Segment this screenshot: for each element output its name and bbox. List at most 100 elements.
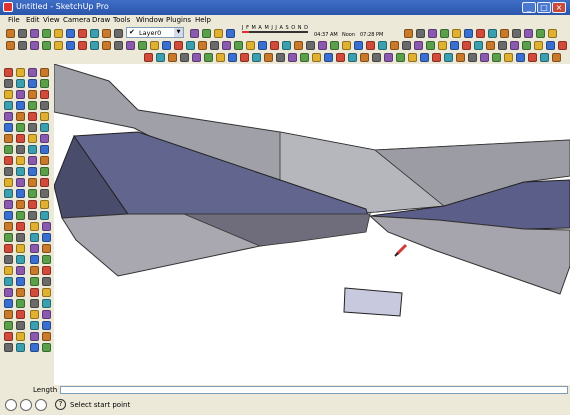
layer-select[interactable]: ✔ Layer0 ▼ — [126, 27, 184, 38]
tool-icon[interactable] — [16, 299, 25, 308]
tool-icon[interactable] — [28, 68, 37, 77]
toolbar-tool-icon[interactable] — [300, 53, 309, 62]
toolbar-tool-icon[interactable] — [528, 53, 537, 62]
toolbar-tool-icon[interactable] — [282, 41, 291, 50]
tool-icon[interactable] — [42, 310, 51, 319]
tool-icon[interactable] — [40, 90, 49, 99]
tool-icon[interactable] — [28, 156, 37, 165]
credits-icon[interactable] — [20, 399, 32, 411]
tool-icon[interactable] — [40, 145, 49, 154]
tool-icon[interactable] — [28, 123, 37, 132]
toolbar-tool-icon[interactable] — [464, 29, 473, 38]
toolbar-tool-icon[interactable] — [78, 41, 87, 50]
tool-icon[interactable] — [42, 255, 51, 264]
tool-icon[interactable] — [30, 255, 39, 264]
tool-icon[interactable] — [16, 90, 25, 99]
tool-icon[interactable] — [4, 178, 13, 187]
toolbar-tool-icon[interactable] — [276, 53, 285, 62]
tool-icon[interactable] — [40, 101, 49, 110]
tool-icon[interactable] — [16, 321, 25, 330]
tool-icon[interactable] — [4, 101, 13, 110]
toolbar-tool-icon[interactable] — [156, 53, 165, 62]
toolbar-tool-icon[interactable] — [186, 41, 195, 50]
toolbar-tool-icon[interactable] — [536, 29, 545, 38]
minimize-button[interactable]: _ — [522, 2, 536, 13]
menu-camera[interactable]: Camera — [63, 16, 90, 24]
toolbar-tool-icon[interactable] — [360, 53, 369, 62]
tool-icon[interactable] — [4, 167, 13, 176]
toolbar-tool-icon[interactable] — [404, 29, 413, 38]
tool-icon[interactable] — [30, 343, 39, 352]
toolbar-tool-icon[interactable] — [30, 29, 39, 38]
tool-icon[interactable] — [16, 123, 25, 132]
toolbar-tool-icon[interactable] — [420, 53, 429, 62]
tool-icon[interactable] — [28, 200, 37, 209]
tool-icon[interactable] — [30, 266, 39, 275]
toolbar-tool-icon[interactable] — [408, 53, 417, 62]
toolbar-tool-icon[interactable] — [534, 41, 543, 50]
menu-help[interactable]: Help — [195, 16, 211, 24]
toolbar-tool-icon[interactable] — [78, 29, 87, 38]
tool-icon[interactable] — [30, 277, 39, 286]
user-icon[interactable] — [35, 399, 47, 411]
tool-icon[interactable] — [4, 321, 13, 330]
toolbar-tool-icon[interactable] — [102, 41, 111, 50]
toolbar-tool-icon[interactable] — [552, 53, 561, 62]
tool-icon[interactable] — [16, 189, 25, 198]
tool-icon[interactable] — [42, 343, 51, 352]
toolbar-tool-icon[interactable] — [216, 53, 225, 62]
toolbar-tool-icon[interactable] — [486, 41, 495, 50]
toolbar-tool-icon[interactable] — [180, 53, 189, 62]
tool-icon[interactable] — [28, 134, 37, 143]
tool-icon[interactable] — [30, 233, 39, 242]
toolbar-tool-icon[interactable] — [522, 41, 531, 50]
toolbar-tool-icon[interactable] — [264, 53, 273, 62]
tool-icon[interactable] — [40, 112, 49, 121]
tool-icon[interactable] — [16, 101, 25, 110]
toolbar-tool-icon[interactable] — [524, 29, 533, 38]
menu-tools[interactable]: Tools — [113, 16, 130, 24]
tool-icon[interactable] — [4, 266, 13, 275]
tool-icon[interactable] — [16, 79, 25, 88]
tool-icon[interactable] — [16, 310, 25, 319]
toolbar-tool-icon[interactable] — [190, 29, 199, 38]
tool-icon[interactable] — [30, 310, 39, 319]
tool-icon[interactable] — [28, 167, 37, 176]
tool-icon[interactable] — [16, 112, 25, 121]
tool-icon[interactable] — [16, 134, 25, 143]
toolbar-tool-icon[interactable] — [390, 41, 399, 50]
toolbar-tool-icon[interactable] — [480, 53, 489, 62]
tool-icon[interactable] — [16, 211, 25, 220]
tool-icon[interactable] — [4, 310, 13, 319]
tool-icon[interactable] — [16, 288, 25, 297]
tool-icon[interactable] — [16, 233, 25, 242]
toolbar-tool-icon[interactable] — [198, 41, 207, 50]
toolbar-tool-icon[interactable] — [270, 41, 279, 50]
toolbar-tool-icon[interactable] — [114, 29, 123, 38]
toolbar-tool-icon[interactable] — [414, 41, 423, 50]
toolbar-tool-icon[interactable] — [492, 53, 501, 62]
tool-icon[interactable] — [4, 343, 13, 352]
toolbar-tool-icon[interactable] — [42, 29, 51, 38]
tool-icon[interactable] — [28, 112, 37, 121]
toolbar-tool-icon[interactable] — [402, 41, 411, 50]
toolbar-tool-icon[interactable] — [476, 29, 485, 38]
tool-icon[interactable] — [40, 79, 49, 88]
tool-icon[interactable] — [28, 145, 37, 154]
tool-icon[interactable] — [42, 288, 51, 297]
tool-icon[interactable] — [4, 68, 13, 77]
tool-icon[interactable] — [40, 189, 49, 198]
tool-icon[interactable] — [4, 277, 13, 286]
tool-icon[interactable] — [42, 222, 51, 231]
tool-icon[interactable] — [30, 222, 39, 231]
modeling-viewport[interactable] — [54, 64, 570, 394]
menu-file[interactable]: File — [8, 16, 20, 24]
toolbar-tool-icon[interactable] — [336, 53, 345, 62]
toolbar-tool-icon[interactable] — [348, 53, 357, 62]
tool-icon[interactable] — [30, 299, 39, 308]
shadow-date-slider[interactable] — [242, 31, 308, 33]
tool-icon[interactable] — [4, 332, 13, 341]
tool-icon[interactable] — [16, 145, 25, 154]
tool-icon[interactable] — [42, 244, 51, 253]
toolbar-tool-icon[interactable] — [456, 53, 465, 62]
